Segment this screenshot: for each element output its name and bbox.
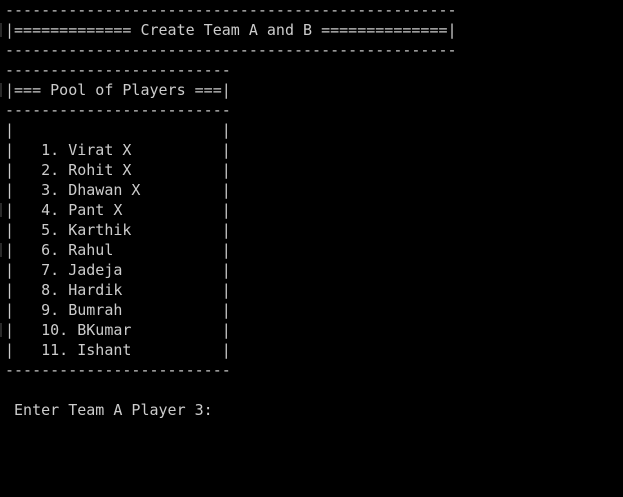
input-prompt[interactable]: Enter Team A Player 3: [5, 400, 213, 420]
player-list-item: | 2. Rohit X | [5, 161, 231, 179]
pool-border-mid: ------------------------- [5, 101, 231, 119]
player-list-item: | 7. Jadeja | [5, 261, 231, 279]
player-list-item: | 9. Bumrah | [5, 301, 231, 319]
pool-border-top: ------------------------- [5, 61, 231, 79]
player-list-item: | 4. Pant X | [5, 201, 231, 219]
pool-blank-line: | | [5, 121, 231, 139]
pool-border-bottom: ------------------------- [5, 361, 231, 379]
player-list-item: | 6. Rahul | [5, 241, 231, 259]
header-title: |============= Create Team A and B =====… [5, 21, 457, 39]
player-list-item: | 3. Dhawan X | [5, 181, 231, 199]
window-edge-marker [0, 243, 2, 257]
window-edge-marker [0, 83, 2, 97]
player-list-item: | 10. BKumar | [5, 321, 231, 339]
player-list-item: | 11. Ishant | [5, 341, 231, 359]
player-list-item: | 5. Karthik | [5, 221, 231, 239]
player-list-item: | 1. Virat X | [5, 141, 231, 159]
window-edge-marker [0, 323, 2, 337]
window-edge-marker [0, 23, 2, 37]
header-border-top: ----------------------------------------… [5, 1, 457, 19]
window-edge-marker [0, 203, 2, 217]
pool-title: |=== Pool of Players ===| [5, 81, 231, 99]
player-list-item: | 8. Hardik | [5, 281, 231, 299]
header-border-bottom: ----------------------------------------… [5, 41, 457, 59]
console-window[interactable]: ------------------------- ---------------… [0, 0, 623, 497]
